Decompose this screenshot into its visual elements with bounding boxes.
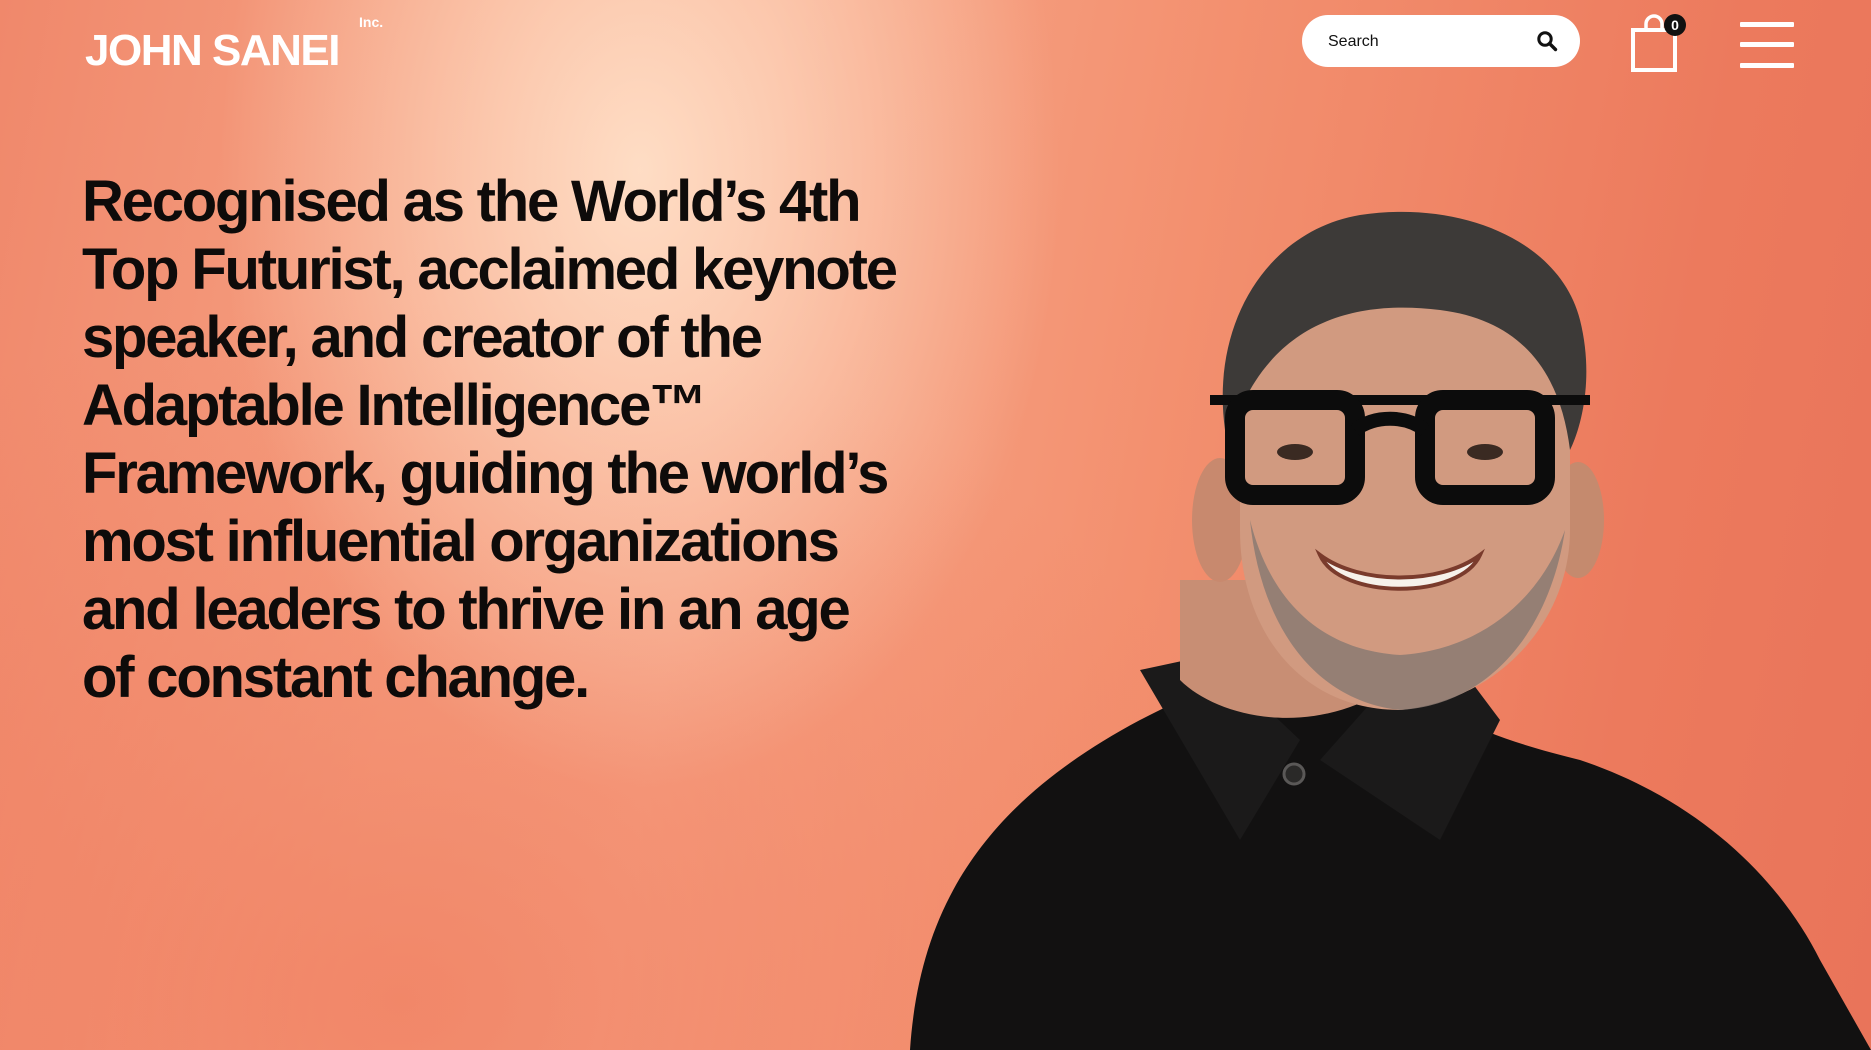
cart-button[interactable]: 0 xyxy=(1630,12,1686,74)
cart-count-badge: 0 xyxy=(1664,14,1686,36)
menu-bar-icon xyxy=(1740,63,1794,68)
search-input[interactable] xyxy=(1326,28,1530,56)
menu-bar-icon xyxy=(1740,42,1794,47)
logo-suffix: Inc. xyxy=(359,14,384,30)
site-logo[interactable]: JOHN SANEI Inc. xyxy=(85,14,383,76)
portrait-photo xyxy=(910,211,1871,1050)
menu-bar-icon xyxy=(1740,22,1794,27)
logo-name: JOHN SANEI xyxy=(85,26,340,75)
search-bar[interactable] xyxy=(1302,15,1580,67)
hamburger-menu-button[interactable] xyxy=(1740,20,1794,70)
search-icon[interactable] xyxy=(1536,30,1558,52)
